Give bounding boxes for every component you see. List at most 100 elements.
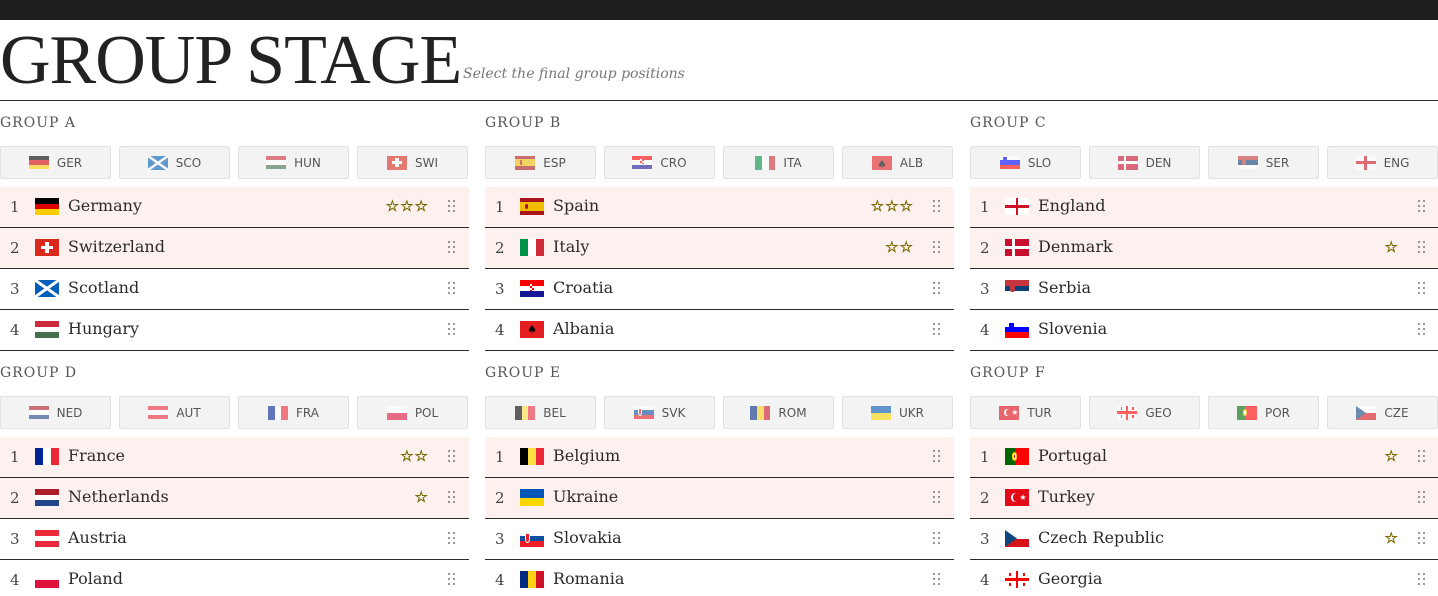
- standings-row[interactable]: 3 Croatia: [485, 269, 954, 310]
- slovenia-flag: [999, 155, 1020, 170]
- standings-row[interactable]: 2 ★ Turkey: [970, 478, 1438, 519]
- team-chip-ser[interactable]: SER: [1208, 146, 1319, 179]
- standings-list: 1 France ☆☆ 2 Netherlands ☆ 3 Austria 4 Poland: [0, 437, 469, 596]
- standings-row[interactable]: 2 Denmark ☆: [970, 228, 1438, 269]
- drag-handle-icon[interactable]: [1418, 532, 1425, 544]
- drag-handle-icon[interactable]: [448, 491, 455, 503]
- standings-row[interactable]: 1 Germany ☆☆☆: [0, 187, 469, 228]
- team-chip-code: POR: [1264, 405, 1291, 420]
- drag-handle-icon[interactable]: [1418, 282, 1425, 294]
- drag-handle-icon[interactable]: [933, 282, 940, 294]
- drag-handle-icon[interactable]: [448, 200, 455, 212]
- team-chip-slo[interactable]: SLO: [970, 146, 1081, 179]
- standings-row[interactable]: 4 Poland: [0, 560, 469, 596]
- team-chip-cro[interactable]: CRO: [604, 146, 715, 179]
- drag-handle-icon[interactable]: [1418, 323, 1425, 335]
- drag-handle-icon[interactable]: [933, 323, 940, 335]
- team-chip-geo[interactable]: GEO: [1089, 396, 1200, 429]
- group-title: GROUP F: [970, 365, 1046, 381]
- team-chip-sco[interactable]: SCO: [119, 146, 230, 179]
- position-number: 1: [495, 448, 505, 466]
- standings-row[interactable]: 4 Slovenia: [970, 310, 1438, 351]
- team-chip-bel[interactable]: BEL: [485, 396, 596, 429]
- team-chip-code: UKR: [899, 405, 924, 420]
- germany-flag: [28, 155, 49, 170]
- england-flag: [1005, 198, 1029, 215]
- drag-handle-icon[interactable]: [1418, 200, 1425, 212]
- team-chip-code: POL: [414, 405, 439, 420]
- team-chip-code: BEL: [543, 405, 566, 420]
- drag-handle-icon[interactable]: [1418, 241, 1425, 253]
- standings-row[interactable]: 1 Portugal ☆: [970, 437, 1438, 478]
- standings-row[interactable]: 3 Czech Republic ☆: [970, 519, 1438, 560]
- team-name: Germany: [68, 196, 142, 215]
- drag-handle-icon[interactable]: [1418, 491, 1425, 503]
- team-chip-pol[interactable]: POL: [357, 396, 468, 429]
- drag-handle-icon[interactable]: [933, 450, 940, 462]
- drag-handle-icon[interactable]: [448, 532, 455, 544]
- standings-row[interactable]: 4 Georgia: [970, 560, 1438, 596]
- team-chip-den[interactable]: DEN: [1089, 146, 1200, 179]
- scotland-flag: [147, 155, 168, 170]
- drag-handle-icon[interactable]: [448, 282, 455, 294]
- standings-row[interactable]: 3 Austria: [0, 519, 469, 560]
- drag-handle-icon[interactable]: [448, 450, 455, 462]
- team-chip-cze[interactable]: CZE: [1327, 396, 1438, 429]
- standings-row[interactable]: 1 France ☆☆: [0, 437, 469, 478]
- position-number: 4: [10, 571, 20, 589]
- drag-handle-icon[interactable]: [448, 573, 455, 585]
- team-chip-alb[interactable]: ♠ ALB: [842, 146, 953, 179]
- standings-row[interactable]: 3 Serbia: [970, 269, 1438, 310]
- standings-row[interactable]: 1 England: [970, 187, 1438, 228]
- drag-handle-icon[interactable]: [933, 491, 940, 503]
- standings-row[interactable]: 2 Netherlands ☆: [0, 478, 469, 519]
- drag-handle-icon[interactable]: [448, 241, 455, 253]
- drag-handle-icon[interactable]: [933, 532, 940, 544]
- standings-row[interactable]: 4 Romania: [485, 560, 954, 596]
- team-chip-svk[interactable]: SVK: [604, 396, 715, 429]
- team-chip-esp[interactable]: ESP: [485, 146, 596, 179]
- star-rating-icon: ☆☆: [885, 238, 914, 257]
- drag-handle-icon[interactable]: [933, 241, 940, 253]
- star-rating-icon: ☆☆☆: [870, 197, 914, 216]
- team-chip-tur[interactable]: ★ TUR: [970, 396, 1081, 429]
- serbia-flag: [1237, 155, 1258, 170]
- standings-row[interactable]: 3 Slovakia: [485, 519, 954, 560]
- team-chip-aut[interactable]: AUT: [119, 396, 230, 429]
- drag-handle-icon[interactable]: [1418, 573, 1425, 585]
- team-chip-ukr[interactable]: UKR: [842, 396, 953, 429]
- standings-row[interactable]: 1 Belgium: [485, 437, 954, 478]
- standings-row[interactable]: 1 Spain ☆☆☆: [485, 187, 954, 228]
- team-chip-fra[interactable]: FRA: [238, 396, 349, 429]
- team-chip-eng[interactable]: ENG: [1327, 146, 1438, 179]
- drag-handle-icon[interactable]: [1418, 450, 1425, 462]
- turkey-flag: ★: [999, 405, 1020, 420]
- albania-flag: ♠: [871, 155, 892, 170]
- standings-row[interactable]: 2 Ukraine: [485, 478, 954, 519]
- team-chip-hun[interactable]: HUN: [238, 146, 349, 179]
- georgia-flag: [1117, 405, 1138, 420]
- switzerland-flag: [386, 155, 407, 170]
- drag-handle-icon[interactable]: [933, 200, 940, 212]
- team-chip-ita[interactable]: ITA: [723, 146, 834, 179]
- position-number: 4: [980, 571, 990, 589]
- star-rating-icon: ☆☆: [400, 447, 429, 466]
- team-chip-swi[interactable]: SWI: [357, 146, 468, 179]
- team-chip-rom[interactable]: ROM: [723, 396, 834, 429]
- position-number: 3: [495, 530, 505, 548]
- position-number: 2: [495, 489, 505, 507]
- czech-republic-flag: [1356, 405, 1377, 420]
- poland-flag: [386, 405, 407, 420]
- standings-row[interactable]: 3 Scotland: [0, 269, 469, 310]
- standings-row[interactable]: 4 Hungary: [0, 310, 469, 351]
- position-number: 3: [10, 280, 20, 298]
- drag-handle-icon[interactable]: [933, 573, 940, 585]
- team-name: Albania: [553, 319, 615, 338]
- team-chip-por[interactable]: POR: [1208, 396, 1319, 429]
- team-chip-ger[interactable]: GER: [0, 146, 111, 179]
- standings-row[interactable]: 4 ♠ Albania: [485, 310, 954, 351]
- team-chip-ned[interactable]: NED: [0, 396, 111, 429]
- drag-handle-icon[interactable]: [448, 323, 455, 335]
- standings-row[interactable]: 2 Switzerland: [0, 228, 469, 269]
- standings-row[interactable]: 2 Italy ☆☆: [485, 228, 954, 269]
